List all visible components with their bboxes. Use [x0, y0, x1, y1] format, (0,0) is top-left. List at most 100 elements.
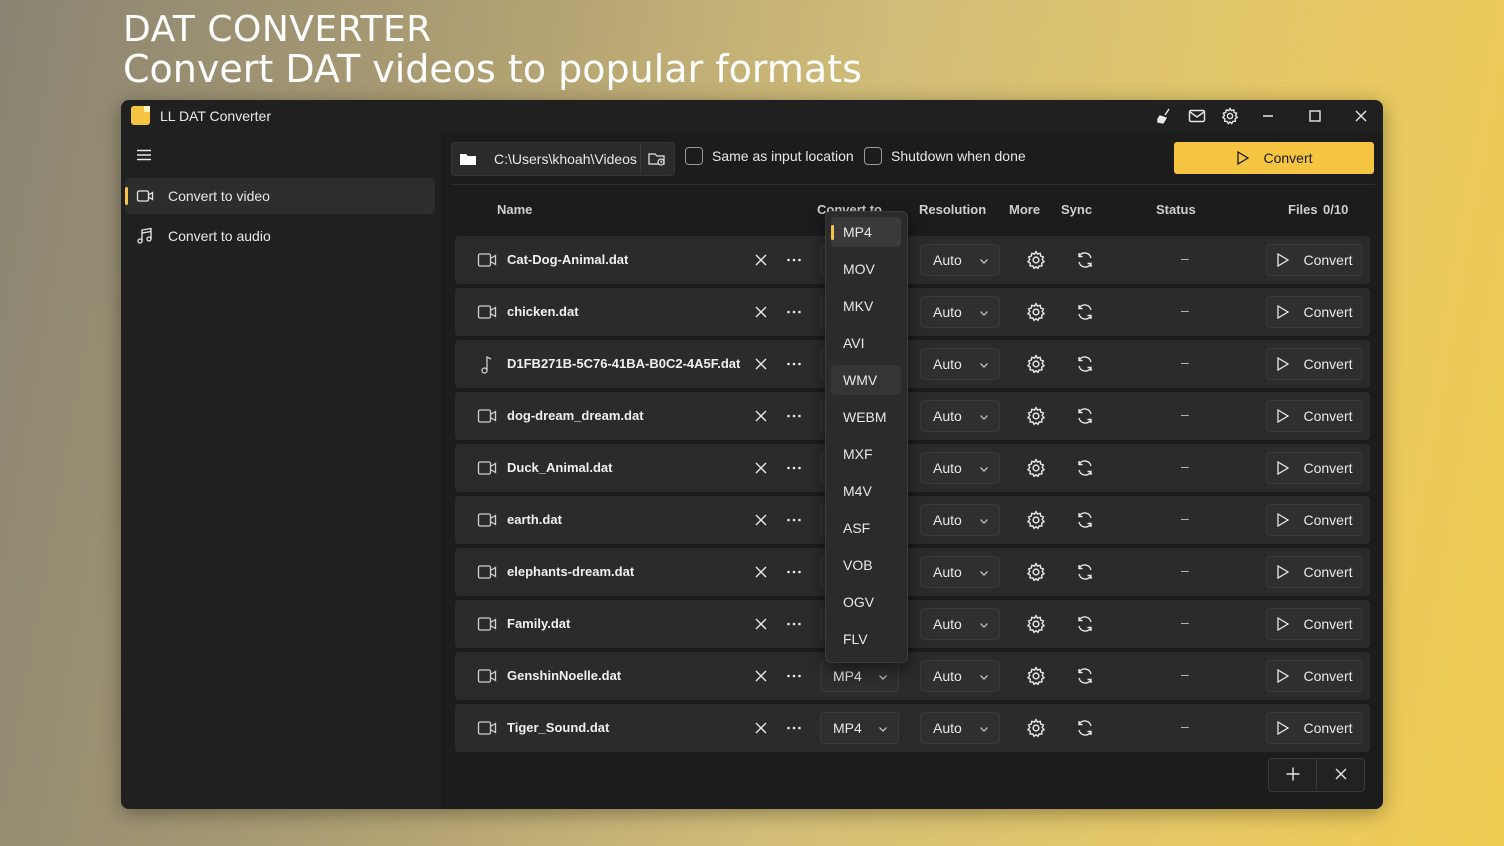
mail-icon[interactable]	[1187, 106, 1207, 126]
format-option-mp4[interactable]: MP4	[831, 217, 901, 247]
row-settings-button[interactable]	[1026, 614, 1046, 634]
row-settings-button[interactable]	[1026, 406, 1046, 426]
row-convert-button[interactable]: Convert	[1266, 556, 1362, 588]
resolution-dropdown[interactable]: Auto	[920, 608, 1000, 640]
table-row: Duck_Animal.dat MP4 Auto – Convert	[455, 444, 1370, 492]
output-path-field[interactable]: C:\Users\khoah\Videos	[451, 142, 675, 176]
sync-button[interactable]	[1075, 718, 1095, 738]
more-options-button[interactable]	[785, 615, 803, 633]
more-options-button[interactable]	[785, 667, 803, 685]
row-convert-button[interactable]: Convert	[1266, 660, 1362, 692]
chevron-down-icon	[980, 571, 988, 576]
remove-file-button[interactable]	[752, 251, 770, 269]
resolution-dropdown[interactable]: Auto	[920, 452, 1000, 484]
clear-all-button[interactable]	[1317, 759, 1364, 789]
chevron-down-icon	[879, 727, 887, 732]
browse-folder-button[interactable]	[640, 144, 673, 174]
file-name: Tiger_Sound.dat	[507, 720, 610, 735]
gear-icon[interactable]	[1220, 106, 1240, 126]
format-option-mkv[interactable]: MKV	[831, 291, 901, 321]
maximize-icon[interactable]	[1305, 106, 1325, 126]
row-convert-button[interactable]: Convert	[1266, 348, 1362, 380]
remove-file-button[interactable]	[752, 719, 770, 737]
format-option-mov[interactable]: MOV	[831, 254, 901, 284]
more-options-button[interactable]	[785, 407, 803, 425]
hamburger-menu-icon[interactable]	[135, 146, 153, 164]
sync-button[interactable]	[1075, 250, 1095, 270]
resolution-dropdown[interactable]: Auto	[920, 348, 1000, 380]
row-convert-button[interactable]: Convert	[1266, 244, 1362, 276]
row-status: –	[1181, 510, 1189, 526]
sync-button[interactable]	[1075, 614, 1095, 634]
resolution-dropdown[interactable]: Auto	[920, 296, 1000, 328]
row-settings-button[interactable]	[1026, 302, 1046, 322]
row-settings-button[interactable]	[1026, 510, 1046, 530]
chevron-down-icon	[980, 311, 988, 316]
minimize-icon[interactable]	[1258, 106, 1278, 126]
remove-file-button[interactable]	[752, 563, 770, 581]
format-option-avi[interactable]: AVI	[831, 328, 901, 358]
row-convert-button[interactable]: Convert	[1266, 608, 1362, 640]
format-option-wmv[interactable]: WMV	[831, 365, 901, 395]
format-dropdown[interactable]: MP4	[820, 660, 899, 692]
format-option-flv[interactable]: FLV	[831, 624, 901, 654]
row-settings-button[interactable]	[1026, 354, 1046, 374]
remove-file-button[interactable]	[752, 303, 770, 321]
convert-all-button[interactable]: Convert	[1174, 142, 1374, 174]
resolution-dropdown[interactable]: Auto	[920, 504, 1000, 536]
more-options-button[interactable]	[785, 355, 803, 373]
format-option-ogv[interactable]: OGV	[831, 587, 901, 617]
resolution-dropdown[interactable]: Auto	[920, 660, 1000, 692]
row-settings-button[interactable]	[1026, 562, 1046, 582]
more-options-button[interactable]	[785, 251, 803, 269]
format-option-webm[interactable]: WEBM	[831, 402, 901, 432]
add-files-button[interactable]	[1269, 759, 1316, 789]
remove-file-button[interactable]	[752, 511, 770, 529]
broom-icon[interactable]	[1155, 106, 1175, 126]
row-settings-button[interactable]	[1026, 718, 1046, 738]
remove-file-button[interactable]	[752, 459, 770, 477]
sync-button[interactable]	[1075, 562, 1095, 582]
shutdown-checkbox[interactable]	[864, 147, 882, 165]
sidebar-item-convert-to-audio[interactable]: Convert to audio	[125, 218, 435, 254]
row-convert-label: Convert	[1303, 616, 1353, 632]
row-convert-button[interactable]: Convert	[1266, 296, 1362, 328]
format-dropdown[interactable]: MP4	[820, 712, 899, 744]
same-as-input-checkbox[interactable]	[685, 147, 703, 165]
row-settings-button[interactable]	[1026, 666, 1046, 686]
row-convert-button[interactable]: Convert	[1266, 504, 1362, 536]
resolution-dropdown[interactable]: Auto	[920, 556, 1000, 588]
resolution-dropdown[interactable]: Auto	[920, 712, 1000, 744]
remove-file-button[interactable]	[752, 355, 770, 373]
row-settings-button[interactable]	[1026, 458, 1046, 478]
resolution-dropdown[interactable]: Auto	[920, 400, 1000, 432]
sync-button[interactable]	[1075, 666, 1095, 686]
sync-button[interactable]	[1075, 302, 1095, 322]
remove-file-button[interactable]	[752, 667, 770, 685]
shutdown-option[interactable]: Shutdown when done	[864, 147, 1026, 165]
same-as-input-option[interactable]: Same as input location	[685, 147, 854, 165]
format-option-mxf[interactable]: MXF	[831, 439, 901, 469]
sidebar-item-convert-to-video[interactable]: Convert to video	[125, 178, 435, 214]
sync-button[interactable]	[1075, 458, 1095, 478]
remove-file-button[interactable]	[752, 407, 770, 425]
sync-button[interactable]	[1075, 406, 1095, 426]
format-option-asf[interactable]: ASF	[831, 513, 901, 543]
remove-file-button[interactable]	[752, 615, 770, 633]
row-status: –	[1181, 458, 1189, 474]
sync-button[interactable]	[1075, 354, 1095, 374]
more-options-button[interactable]	[785, 563, 803, 581]
more-options-button[interactable]	[785, 459, 803, 477]
more-options-button[interactable]	[785, 303, 803, 321]
row-convert-button[interactable]: Convert	[1266, 400, 1362, 432]
row-convert-button[interactable]: Convert	[1266, 712, 1362, 744]
format-option-m4v[interactable]: M4V	[831, 476, 901, 506]
close-icon[interactable]	[1351, 106, 1371, 126]
row-settings-button[interactable]	[1026, 250, 1046, 270]
more-options-button[interactable]	[785, 511, 803, 529]
row-convert-button[interactable]: Convert	[1266, 452, 1362, 484]
format-option-vob[interactable]: VOB	[831, 550, 901, 580]
more-options-button[interactable]	[785, 719, 803, 737]
resolution-dropdown[interactable]: Auto	[920, 244, 1000, 276]
sync-button[interactable]	[1075, 510, 1095, 530]
